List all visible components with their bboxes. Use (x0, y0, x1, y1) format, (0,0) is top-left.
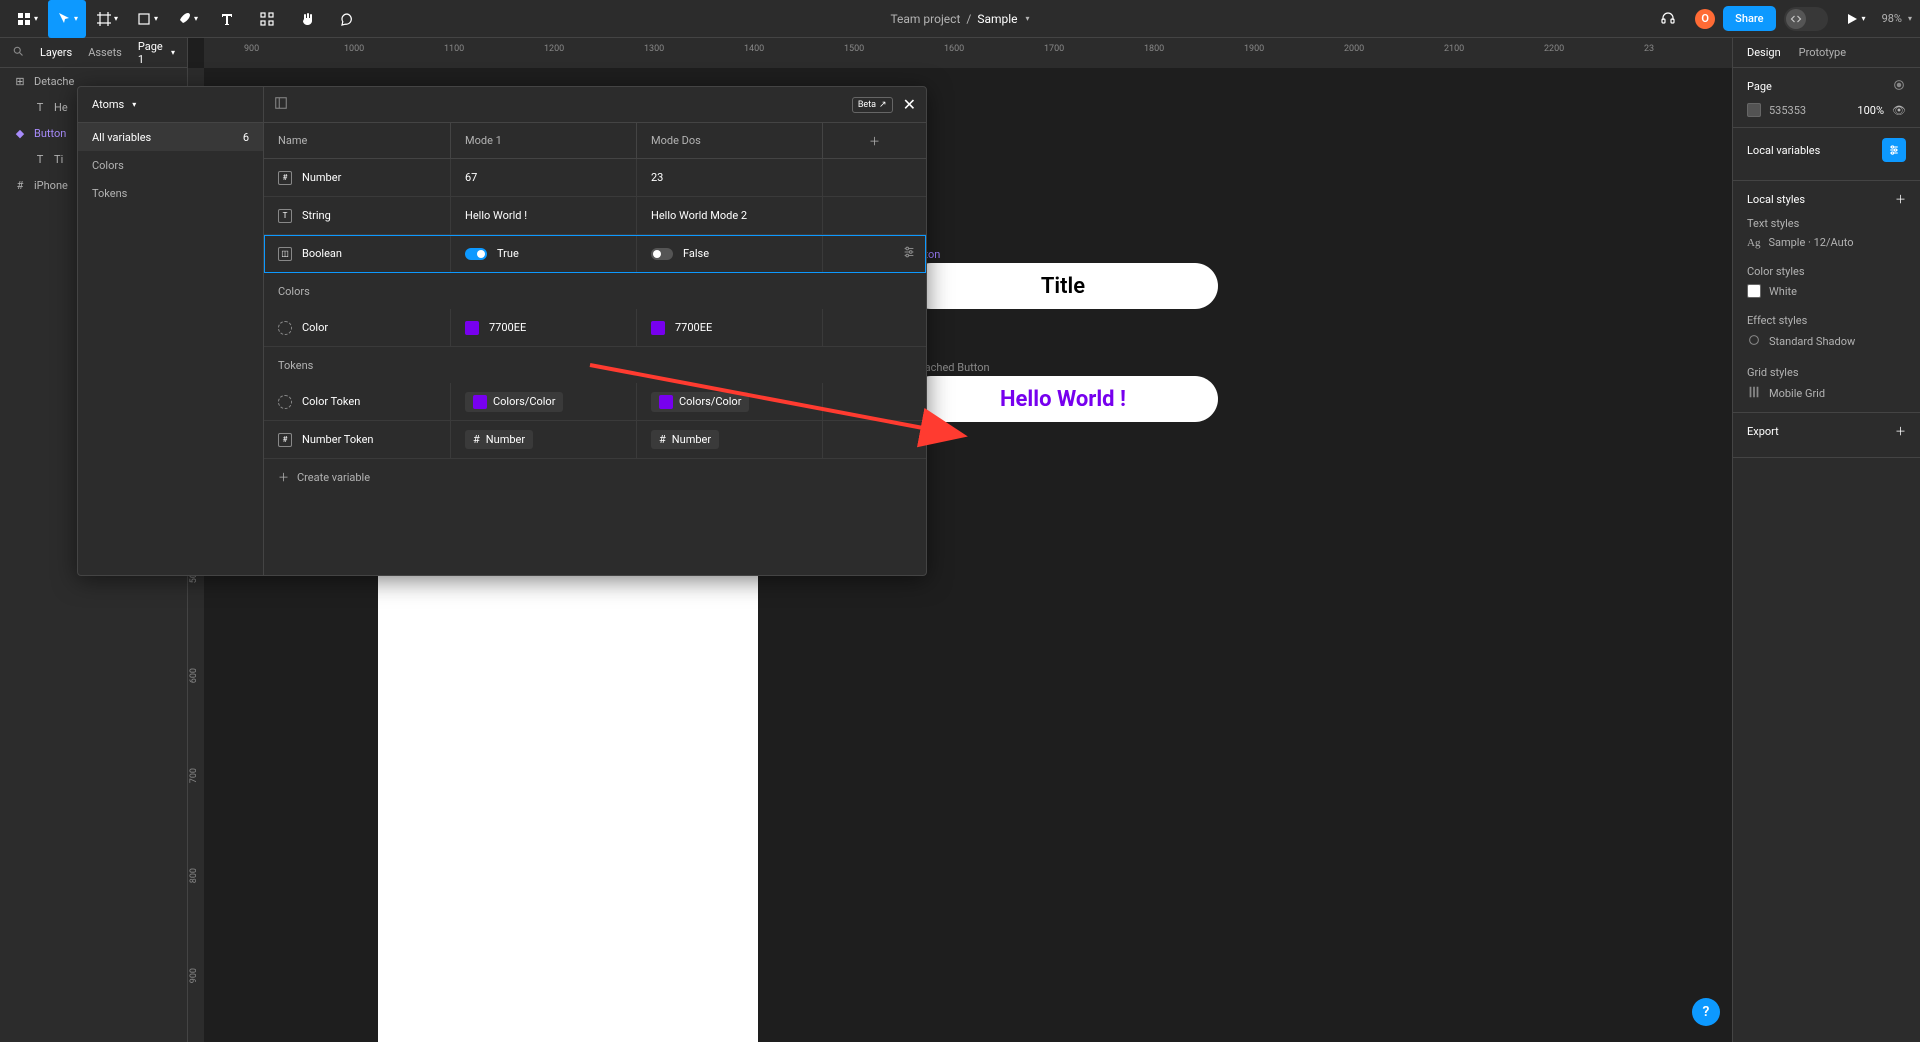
add-style-button[interactable]: ＋ (1895, 191, 1906, 207)
background-options-icon[interactable] (1892, 78, 1906, 95)
top-toolbar: ▾ ▾ ▾ ▾ ▾ Team project / Sample ▾ (0, 0, 1920, 38)
toggle-off[interactable] (651, 248, 673, 260)
sidebar-item-all[interactable]: All variables 6 (78, 123, 263, 151)
color-swatch (651, 321, 665, 335)
group-header: Colors (264, 273, 926, 309)
tab-design[interactable]: Design (1747, 46, 1781, 59)
color-style-item[interactable]: White (1747, 284, 1906, 298)
comment-tool[interactable] (328, 0, 366, 38)
button-component[interactable]: Title (908, 263, 1218, 309)
hash-icon: # (473, 433, 480, 446)
variables-sidebar: Atoms ▾ All variables 6 Colors Tokens (78, 87, 264, 575)
export-label: Export (1747, 425, 1779, 438)
column-name: Name (264, 134, 450, 147)
resources-tool[interactable] (248, 0, 286, 38)
dev-mode-toggle[interactable] (1784, 7, 1828, 31)
hand-tool[interactable] (288, 0, 326, 38)
effect-styles-label: Effect styles (1747, 314, 1906, 327)
audio-button[interactable] (1649, 0, 1687, 38)
pen-tool[interactable]: ▾ (168, 0, 206, 38)
column-mode1[interactable]: Mode 1 (450, 123, 636, 158)
text-style-prefix: Ag (1747, 237, 1760, 249)
collection-selector[interactable]: Atoms ▾ (78, 87, 263, 123)
close-icon[interactable]: ✕ (903, 95, 916, 114)
variable-row[interactable]: ◫Boolean True False (264, 235, 926, 273)
project-name: Team project (890, 12, 960, 26)
frame-tool[interactable]: ▾ (88, 0, 126, 38)
visibility-icon[interactable]: 👁 (1892, 104, 1906, 117)
move-tool[interactable]: ▾ (48, 0, 86, 38)
beta-badge[interactable]: Beta ↗ (852, 97, 893, 113)
text-tool[interactable] (208, 0, 246, 38)
page-color-swatch[interactable] (1747, 103, 1761, 117)
text-icon: T (34, 101, 46, 113)
effect-style-item[interactable]: Standard Shadow (1747, 333, 1906, 350)
toolbar-tools: ▾ ▾ ▾ ▾ ▾ (8, 0, 366, 38)
grid-style-item[interactable]: Mobile Grid (1747, 385, 1906, 402)
user-avatar[interactable]: O (1695, 9, 1715, 29)
page-selector[interactable]: Page 1▾ (138, 40, 175, 66)
plus-icon: ＋ (278, 469, 289, 485)
local-styles-label: Local styles (1747, 193, 1805, 206)
create-variable-button[interactable]: ＋ Create variable (264, 459, 926, 495)
column-mode2[interactable]: Mode Dos (636, 123, 822, 158)
color-icon (278, 321, 292, 335)
detached-button[interactable]: Hello World ! (908, 376, 1218, 422)
shadow-icon (1747, 333, 1761, 350)
number-icon: # (278, 433, 292, 447)
variable-row[interactable]: #Number Token #Number #Number (264, 421, 926, 459)
text-style-item[interactable]: Ag Sample · 12/Auto (1747, 236, 1906, 249)
string-icon: T (278, 209, 292, 223)
grid-icon (1747, 385, 1761, 402)
shape-tool[interactable]: ▾ (128, 0, 166, 38)
color-swatch (659, 395, 673, 409)
variable-row[interactable]: #Number 67 23 (264, 159, 926, 197)
white-swatch (1747, 284, 1761, 298)
color-icon (278, 395, 292, 409)
variable-row[interactable]: TString Hello World ! Hello World Mode 2 (264, 197, 926, 235)
hash-icon: # (659, 433, 666, 446)
artboard-iphone[interactable] (378, 528, 758, 1042)
sidebar-item-colors[interactable]: Colors (78, 151, 263, 179)
main-menu-button[interactable]: ▾ (8, 0, 46, 38)
variables-panel: Atoms ▾ All variables 6 Colors Tokens Be… (77, 86, 927, 576)
variable-row[interactable]: Color 7700EE 7700EE (264, 309, 926, 347)
present-button[interactable]: ▾ (1836, 0, 1874, 38)
tab-assets[interactable]: Assets (88, 46, 122, 59)
tab-prototype[interactable]: Prototype (1799, 46, 1846, 59)
color-styles-label: Color styles (1747, 265, 1906, 278)
chevron-down-icon: ▾ (132, 100, 136, 109)
sidebar-item-tokens[interactable]: Tokens (78, 179, 263, 207)
text-styles-label: Text styles (1747, 217, 1906, 230)
color-swatch (473, 395, 487, 409)
component-icon: ◆ (14, 127, 26, 139)
grid-styles-label: Grid styles (1747, 366, 1906, 379)
zoom-control[interactable]: 98%▾ (1882, 12, 1912, 25)
help-button[interactable]: ? (1692, 998, 1720, 1026)
text-icon: T (34, 153, 46, 165)
document-name: Sample (977, 12, 1017, 26)
add-export-button[interactable]: ＋ (1895, 423, 1906, 439)
document-breadcrumb[interactable]: Team project / Sample ▾ (890, 12, 1029, 26)
open-variables-button[interactable] (1882, 138, 1906, 162)
color-swatch (465, 321, 479, 335)
sidebar-toggle-icon[interactable] (274, 95, 288, 114)
design-panel: Design Prototype Page 535353 100% 👁 Loca… (1732, 38, 1920, 1042)
share-button[interactable]: Share (1723, 6, 1775, 31)
number-icon: # (278, 171, 292, 185)
boolean-icon: ◫ (278, 247, 292, 261)
frame-icon: ⊞ (14, 75, 26, 87)
toggle-on[interactable] (465, 248, 487, 260)
variable-row[interactable]: Color Token Colors/Color Colors/Color (264, 383, 926, 421)
local-variables-label: Local variables (1747, 144, 1820, 157)
search-icon[interactable] (12, 45, 24, 60)
chevron-down-icon: ▾ (1026, 14, 1030, 23)
settings-icon[interactable] (902, 245, 916, 262)
horizontal-ruler: 900 1000 1100 1200 1300 1400 1500 1600 1… (204, 38, 1732, 68)
group-header: Tokens (264, 347, 926, 383)
frame-icon: # (14, 179, 26, 191)
page-section-label: Page (1747, 80, 1772, 93)
tab-layers[interactable]: Layers (40, 46, 72, 59)
add-mode-button[interactable]: ＋ (822, 123, 926, 158)
